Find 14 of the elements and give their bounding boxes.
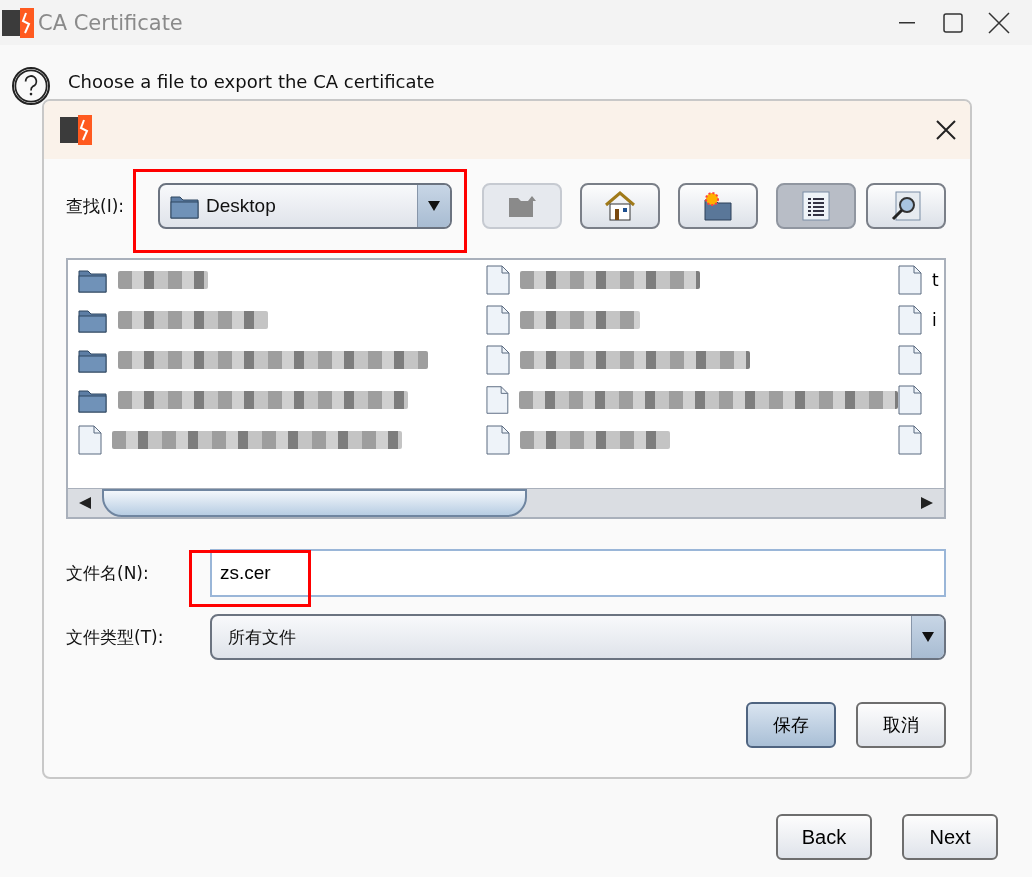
- look-in-label: 查找(I):: [66, 194, 125, 218]
- file-name-label: 文件名(N):: [66, 561, 150, 585]
- dialog-button[interactable]: 取消: [856, 702, 946, 748]
- wizard-button[interactable]: Next: [902, 814, 998, 860]
- file-name[interactable]: t: [932, 270, 939, 290]
- file-name-field[interactable]: zs.cer: [210, 549, 946, 597]
- wizard-button[interactable]: Back: [776, 814, 872, 860]
- file-name[interactable]: i: [932, 310, 937, 330]
- prompt-text: Choose a file to export the CA certificate: [68, 71, 435, 93]
- window-title: CA Certificate: [38, 10, 184, 35]
- file-type-label: 文件类型(T):: [66, 625, 161, 649]
- look-in-dropdown[interactable]: Desktop: [158, 183, 452, 229]
- dialog-button[interactable]: 保存: [746, 702, 836, 748]
- file-type-dropdown[interactable]: 所有文件: [210, 614, 946, 660]
